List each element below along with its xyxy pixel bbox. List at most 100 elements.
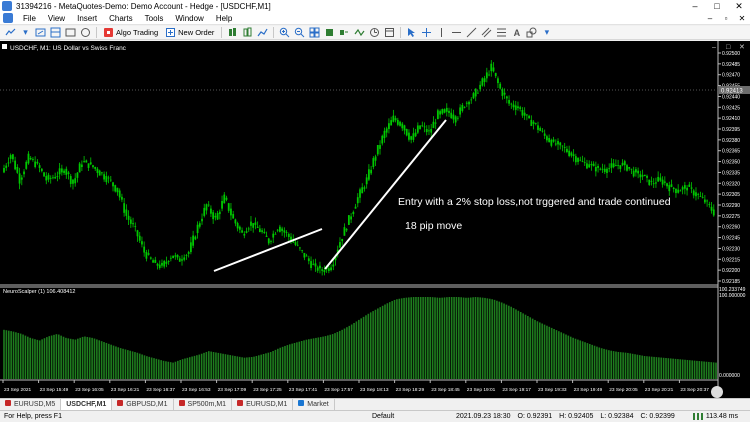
candle-body <box>572 154 575 157</box>
menu-file[interactable]: File <box>17 14 42 23</box>
price-tick-label: 0.92500 <box>722 51 740 57</box>
mdi-close-button[interactable]: ✕ <box>734 14 750 23</box>
tile-windows-icon[interactable] <box>309 27 320 38</box>
trendline-left[interactable] <box>213 228 323 272</box>
annotation-entry-text[interactable]: Entry with a 2% stop loss,not trggered a… <box>398 196 671 208</box>
dropdown-icon[interactable]: ▾ <box>20 27 31 38</box>
chart-window[interactable]: – □ ✕ USDCHF, M1: US Dollar vs Swiss Fra… <box>0 41 750 398</box>
navigator-icon[interactable] <box>80 27 91 38</box>
chart-min-icon[interactable]: – <box>712 44 716 51</box>
toolbar: ▾ Algo Trading New Order A ▾ <box>0 26 750 40</box>
candle-body <box>379 145 381 149</box>
candle-body <box>36 161 39 164</box>
sell-icon[interactable] <box>242 27 253 38</box>
candle-body <box>287 233 290 237</box>
status-bar: For Help, press F1 Default 2021.09.23 18… <box>0 410 750 422</box>
minimize-button[interactable]: – <box>684 0 706 12</box>
candle-body <box>221 200 223 209</box>
fibonacci-icon[interactable] <box>496 27 507 38</box>
zoom-out-icon[interactable] <box>294 27 305 38</box>
menu-view[interactable]: View <box>42 14 71 23</box>
templates-icon[interactable] <box>384 27 395 38</box>
candle-body <box>525 114 528 116</box>
candle-body <box>32 159 34 161</box>
zoom-in-icon[interactable] <box>279 27 290 38</box>
menu-tools[interactable]: Tools <box>139 14 170 23</box>
annotation-pips-text[interactable]: 18 pip move <box>405 220 462 232</box>
candle-body <box>127 215 130 220</box>
zoom-navigator-icon[interactable] <box>711 386 723 398</box>
candle-body <box>574 156 577 163</box>
chart-close-icon[interactable]: ✕ <box>739 44 745 51</box>
price-chart[interactable]: – □ ✕ USDCHF, M1: US Dollar vs Swiss Fra… <box>0 41 750 398</box>
chart-restore-icon[interactable]: □ <box>726 44 731 51</box>
candle-body <box>497 78 499 84</box>
horizontal-line-icon[interactable] <box>451 27 462 38</box>
candle-body <box>692 190 695 196</box>
candle-body <box>63 170 65 173</box>
autoscroll-icon[interactable] <box>339 27 350 38</box>
candle-body <box>43 172 45 177</box>
candle-body <box>218 211 221 215</box>
connection-status[interactable]: 113.48 ms <box>692 413 738 420</box>
price-tick-label: 0.92215 <box>722 257 740 263</box>
candle-body <box>701 197 704 198</box>
chart-window-icon[interactable] <box>3 13 13 23</box>
menu-window[interactable]: Window <box>169 14 209 23</box>
chart-shift-icon[interactable] <box>324 27 335 38</box>
profile-name[interactable]: Default <box>372 413 456 420</box>
more-tools-icon[interactable]: ▾ <box>541 27 552 38</box>
close-button[interactable]: ✕ <box>728 0 750 12</box>
trendline-right[interactable] <box>324 119 447 270</box>
candle-body <box>319 265 321 269</box>
time-tick-label: 23 Sep 2021 <box>4 387 32 393</box>
algo-trading-button[interactable]: Algo Trading <box>100 27 162 39</box>
mdi-restore-button[interactable]: ▫ <box>718 14 734 23</box>
crosshair-icon[interactable] <box>421 27 432 38</box>
candle-body <box>190 242 192 253</box>
candle-body <box>657 176 660 182</box>
period-icon[interactable] <box>369 27 380 38</box>
candle-body <box>23 171 25 175</box>
price-tick-label: 0.92275 <box>722 214 740 220</box>
new-chart-icon[interactable] <box>35 27 46 38</box>
time-tick-label: 23 Sep 19:33 <box>538 387 567 393</box>
channel-icon[interactable] <box>481 27 492 38</box>
line-chart-icon[interactable] <box>257 27 268 38</box>
candle-body <box>675 188 677 194</box>
menu-insert[interactable]: Insert <box>71 14 103 23</box>
candle-body <box>599 168 602 170</box>
cursor-icon[interactable] <box>406 27 417 38</box>
indicator-list-icon[interactable] <box>5 27 16 38</box>
tab-sp500m-m1[interactable]: SP500m,M1 <box>174 399 233 410</box>
tab-gbpusd-m1[interactable]: GBPUSD,M1 <box>112 399 174 410</box>
candle-body <box>601 168 604 170</box>
trendline-icon[interactable] <box>466 27 477 38</box>
text-tool-icon[interactable]: A <box>511 27 522 38</box>
buy-icon[interactable] <box>227 27 238 38</box>
candle-body <box>163 260 166 267</box>
tab-eurusd-m5[interactable]: EURUSD,M5 <box>0 399 62 410</box>
market-watch-icon[interactable] <box>50 27 61 38</box>
candle-body <box>361 187 364 194</box>
data-window-icon[interactable] <box>65 27 76 38</box>
new-order-button[interactable]: New Order <box>162 27 218 39</box>
menu-help[interactable]: Help <box>210 14 238 23</box>
shapes-icon[interactable] <box>526 27 537 38</box>
candle-body <box>586 163 588 169</box>
candle-body <box>296 244 299 246</box>
vertical-line-icon[interactable] <box>436 27 447 38</box>
candle-body <box>230 208 232 216</box>
candle-body <box>494 72 497 77</box>
menu-charts[interactable]: Charts <box>103 14 139 23</box>
tab-market[interactable]: Market <box>293 399 335 410</box>
mdi-minimize-button[interactable]: – <box>702 14 718 23</box>
candle-body <box>452 114 455 120</box>
candle-body <box>27 153 30 164</box>
tab-usdchf-m1[interactable]: USDCHF,M1 <box>61 399 113 410</box>
candle-body <box>3 167 5 173</box>
indicators-icon[interactable] <box>354 27 365 38</box>
maximize-button[interactable]: □ <box>706 0 728 12</box>
candle-body <box>566 148 568 153</box>
tab-eurusd-m1[interactable]: EURUSD,M1 <box>232 399 294 410</box>
